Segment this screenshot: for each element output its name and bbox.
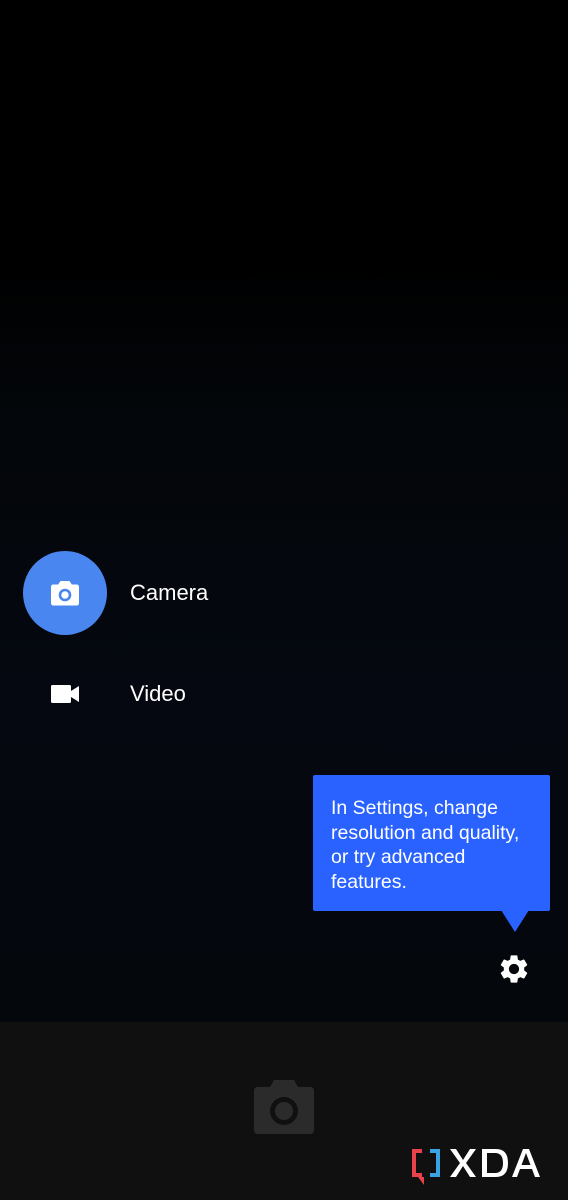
xda-logo-watermark bbox=[408, 1143, 554, 1187]
camera-app-screen: Camera Video In Settings, change resolut… bbox=[0, 0, 568, 1200]
camera-shutter-icon bbox=[254, 1080, 314, 1134]
settings-tooltip[interactable]: In Settings, change resolution and quali… bbox=[313, 775, 550, 911]
shutter-button[interactable] bbox=[252, 1078, 316, 1136]
tooltip-arrow bbox=[501, 910, 529, 932]
camera-mode-icon-circle bbox=[23, 551, 107, 635]
video-mode-icon-circle bbox=[23, 652, 107, 736]
mode-item-camera[interactable]: Camera bbox=[0, 551, 300, 635]
mode-item-video[interactable]: Video bbox=[0, 652, 300, 736]
camera-icon bbox=[51, 581, 79, 606]
videocam-icon bbox=[51, 685, 79, 703]
settings-button[interactable] bbox=[494, 949, 534, 989]
mode-label-camera: Camera bbox=[130, 580, 209, 605]
gear-icon bbox=[500, 955, 528, 983]
mode-label-video: Video bbox=[130, 681, 186, 706]
tooltip-text: In Settings, change resolution and quali… bbox=[331, 797, 520, 893]
